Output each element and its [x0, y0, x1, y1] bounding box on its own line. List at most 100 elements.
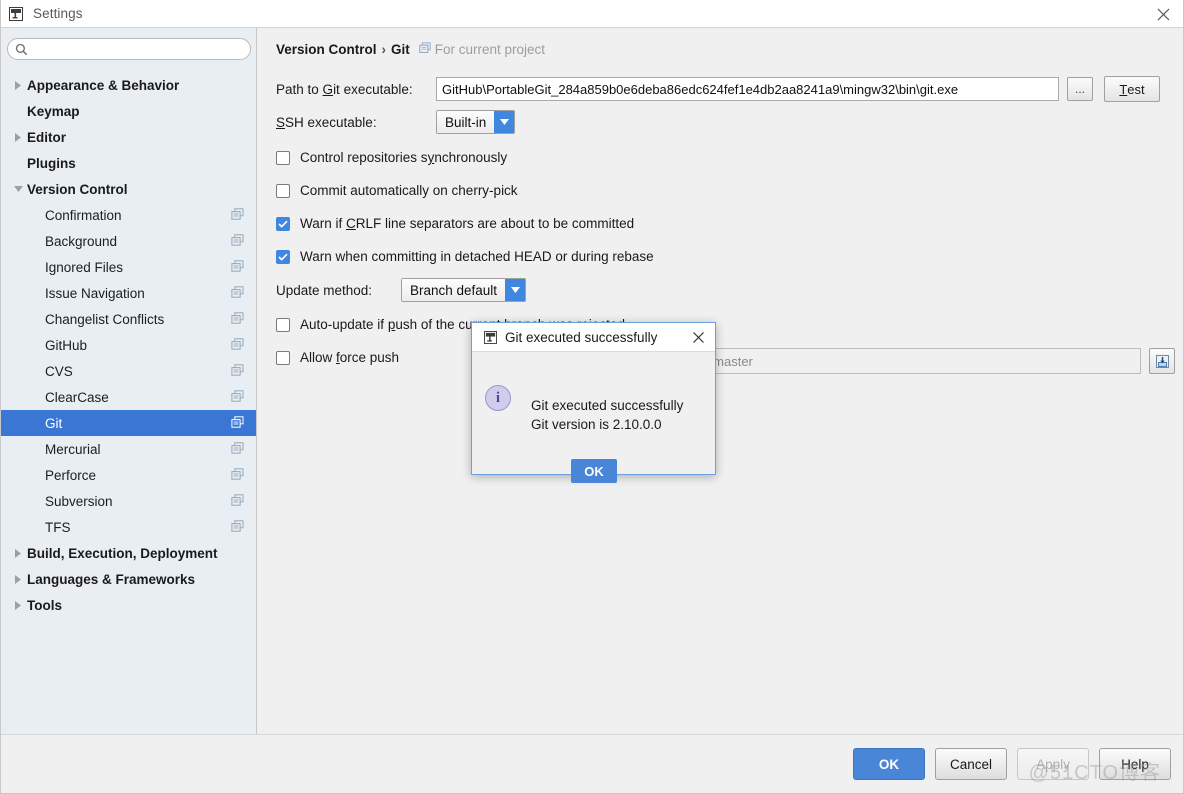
- info-glyph: i: [495, 389, 501, 406]
- breadcrumb-current: Git: [391, 42, 410, 57]
- ssh-executable-combo[interactable]: Built-in: [436, 110, 516, 134]
- dialog-body: i Git executed successfully Git version …: [472, 352, 715, 483]
- close-icon[interactable]: [1149, 4, 1177, 24]
- protected-branches-row: [276, 346, 1175, 376]
- checkbox-label-pre: Control repositories s: [300, 150, 428, 165]
- chevron-right-icon[interactable]: [9, 600, 27, 610]
- sidebar-item-label: Appearance & Behavior: [27, 77, 180, 93]
- sidebar-item-git[interactable]: Git: [1, 410, 256, 436]
- checkbox-label-pre: Warn if: [300, 216, 347, 231]
- sidebar-item-editor[interactable]: Editor: [1, 124, 256, 150]
- chevron-right-icon[interactable]: [9, 548, 27, 558]
- sidebar-item-label: Mercurial: [45, 441, 101, 457]
- sidebar-item-tfs[interactable]: TFS: [1, 514, 256, 540]
- sidebar-item-label: GitHub: [45, 337, 88, 353]
- dialog-titlebar: Git executed successfully: [472, 323, 715, 352]
- close-icon[interactable]: [689, 328, 707, 346]
- chevron-down-icon[interactable]: [494, 111, 515, 133]
- checkbox-row-warn-if-crlf-line-separators-are-about-t[interactable]: Warn if CRLF line separators are about t…: [276, 207, 1175, 240]
- dialog-ok-button[interactable]: OK: [571, 459, 617, 483]
- path-to-git-input[interactable]: [436, 77, 1059, 101]
- sidebar-item-label: Changelist Conflicts: [45, 311, 165, 327]
- sidebar-item-clearcase[interactable]: ClearCase: [1, 384, 256, 410]
- sidebar-item-label: Version Control: [27, 181, 128, 197]
- chevron-right-icon[interactable]: [9, 132, 27, 142]
- info-icon: i: [485, 385, 511, 411]
- help-button[interactable]: Help: [1099, 748, 1171, 780]
- settings-tree: Appearance & Behavior Keymap Editor Plugins…: [1, 72, 256, 618]
- path-to-git-label: Path to Git executable:: [276, 81, 413, 97]
- checkbox-checked-icon[interactable]: [276, 216, 290, 231]
- window-title: Settings: [33, 6, 83, 21]
- search-input[interactable]: [28, 40, 250, 58]
- checkbox-unchecked-icon[interactable]: [276, 150, 290, 165]
- sidebar-item-confirmation[interactable]: Confirmation: [1, 202, 256, 228]
- sidebar-item-version-control[interactable]: Version Control: [1, 176, 256, 202]
- sidebar-item-languages-frameworks[interactable]: Languages & Frameworks: [1, 566, 256, 592]
- checkbox-unchecked-icon[interactable]: [276, 317, 290, 332]
- sidebar-item-label: Languages & Frameworks: [27, 571, 196, 587]
- ok-button[interactable]: OK: [853, 748, 925, 780]
- expand-field-icon[interactable]: [1149, 348, 1175, 374]
- ssh-executable-label: SSH executable:: [276, 114, 377, 130]
- sidebar-item-appearance-behavior[interactable]: Appearance & Behavior: [1, 72, 256, 98]
- chevron-down-icon[interactable]: [505, 279, 526, 301]
- sidebar-item-label: Confirmation: [45, 207, 122, 223]
- sidebar-item-keymap[interactable]: Keymap: [1, 98, 256, 124]
- search-icon: [14, 42, 28, 56]
- checkbox-label-pre: Warn when committing in detached HEAD or…: [300, 249, 654, 264]
- checkbox-label-pre: Auto-update if: [300, 317, 388, 332]
- breadcrumb-root[interactable]: Version Control: [276, 42, 377, 57]
- sidebar-item-label: Perforce: [45, 467, 97, 483]
- cancel-button[interactable]: Cancel: [935, 748, 1007, 780]
- checkbox-row-commit-automatically-on-cherry-pick[interactable]: Commit automatically on cherry-pick: [276, 174, 1175, 207]
- sidebar-item-changelist-conflicts[interactable]: Changelist Conflicts: [1, 306, 256, 332]
- sidebar-item-label: Issue Navigation: [45, 285, 145, 301]
- project-scope-icon: [230, 311, 244, 325]
- sidebar-item-background[interactable]: Background: [1, 228, 256, 254]
- sidebar-item-subversion[interactable]: Subversion: [1, 488, 256, 514]
- update-method-value: Branch default: [402, 279, 506, 301]
- update-method-combo[interactable]: Branch default: [401, 278, 527, 302]
- sidebar-item-ignored-files[interactable]: Ignored Files: [1, 254, 256, 280]
- sidebar-item-build-execution-deployment[interactable]: Build, Execution, Deployment: [1, 540, 256, 566]
- checkbox-checked-icon[interactable]: [276, 249, 290, 264]
- sidebar-item-github[interactable]: GitHub: [1, 332, 256, 358]
- project-scope-icon: [230, 259, 244, 273]
- sidebar-item-perforce[interactable]: Perforce: [1, 462, 256, 488]
- checkbox-row-control-repositories-synchronously[interactable]: Control repositories synchronously: [276, 141, 1175, 174]
- sidebar-item-issue-navigation[interactable]: Issue Navigation: [1, 280, 256, 306]
- checkbox-unchecked-icon[interactable]: [276, 183, 290, 198]
- dialog-title: Git executed successfully: [505, 329, 658, 345]
- project-scope-icon: [230, 207, 244, 221]
- settings-main-panel: Version Control › Git For current projec…: [258, 28, 1183, 734]
- intellij-icon: [483, 330, 497, 344]
- search-box[interactable]: [7, 38, 251, 60]
- project-scope-icon: [230, 363, 244, 377]
- test-button[interactable]: Test: [1104, 76, 1160, 102]
- sidebar-item-plugins[interactable]: Plugins: [1, 150, 256, 176]
- sidebar-item-label: Build, Execution, Deployment: [27, 545, 218, 561]
- checkbox-label: Commit automatically on cherry-pick: [300, 183, 518, 198]
- sidebar-item-cvs[interactable]: CVS: [1, 358, 256, 384]
- chevron-right-icon[interactable]: [9, 80, 27, 90]
- window-titlebar: Settings: [1, 0, 1183, 28]
- sidebar-item-tools[interactable]: Tools: [1, 592, 256, 618]
- settings-window: Settings Appearance & Behavior Keymap Edit…: [0, 0, 1184, 794]
- settings-sidebar: Appearance & Behavior Keymap Editor Plugins…: [1, 28, 257, 734]
- browse-button[interactable]: ...: [1067, 77, 1093, 101]
- checkbox-row-auto-update-if-push-of-the-current-branc[interactable]: Auto-update if push of the current branc…: [276, 308, 1175, 341]
- project-scope-label: For current project: [434, 42, 546, 57]
- checkbox-unchecked-icon[interactable]: [276, 350, 290, 365]
- project-scope-icon: [230, 467, 244, 481]
- protected-branches-input[interactable]: [707, 348, 1142, 374]
- sidebar-item-mercurial[interactable]: Mercurial: [1, 436, 256, 462]
- sidebar-item-label: Plugins: [27, 155, 76, 171]
- apply-button: Apply: [1017, 748, 1089, 780]
- footer-buttons: OK Cancel Apply Help: [853, 748, 1171, 780]
- checkbox-label-pre: Commit automatically on cherry-pick: [300, 183, 518, 198]
- checkbox-row-warn-when-committing-in-detached-head-or[interactable]: Warn when committing in detached HEAD or…: [276, 240, 1175, 273]
- chevron-right-icon[interactable]: [9, 574, 27, 584]
- chevron-down-icon[interactable]: [9, 185, 27, 193]
- search-field-wrapper: [7, 38, 251, 60]
